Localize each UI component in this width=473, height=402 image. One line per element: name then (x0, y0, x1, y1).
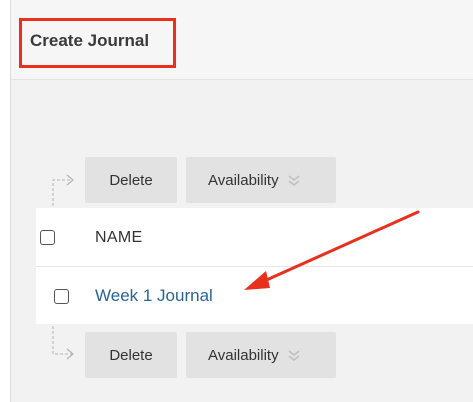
tree-connector-arrow-icon (52, 326, 74, 360)
tree-connector-arrow-icon (52, 174, 74, 206)
availability-button-label: Availability (208, 171, 279, 189)
double-chevron-down-icon (288, 350, 300, 362)
double-chevron-down-icon (288, 175, 300, 187)
journal-list: NAME Week 1 Journal (36, 208, 473, 324)
availability-button-top[interactable]: Availability (186, 157, 336, 203)
column-header-name[interactable]: NAME (95, 229, 142, 247)
list-header-row: NAME (36, 208, 473, 266)
select-all-checkbox[interactable] (40, 230, 55, 245)
delete-button-top[interactable]: Delete (85, 157, 177, 203)
delete-button-bottom[interactable]: Delete (85, 332, 177, 378)
journal-page: Create Journal Delete Availability NAME … (0, 0, 473, 402)
delete-button-label: Delete (109, 346, 153, 364)
item-checkbox[interactable] (54, 289, 69, 304)
availability-button-label: Availability (208, 346, 279, 364)
journal-link-week-1[interactable]: Week 1 Journal (95, 286, 213, 306)
list-item: Week 1 Journal (36, 268, 473, 326)
availability-button-bottom[interactable]: Availability (186, 332, 336, 378)
title-highlight-box (19, 18, 176, 68)
delete-button-label: Delete (109, 171, 153, 189)
list-divider (36, 266, 473, 267)
